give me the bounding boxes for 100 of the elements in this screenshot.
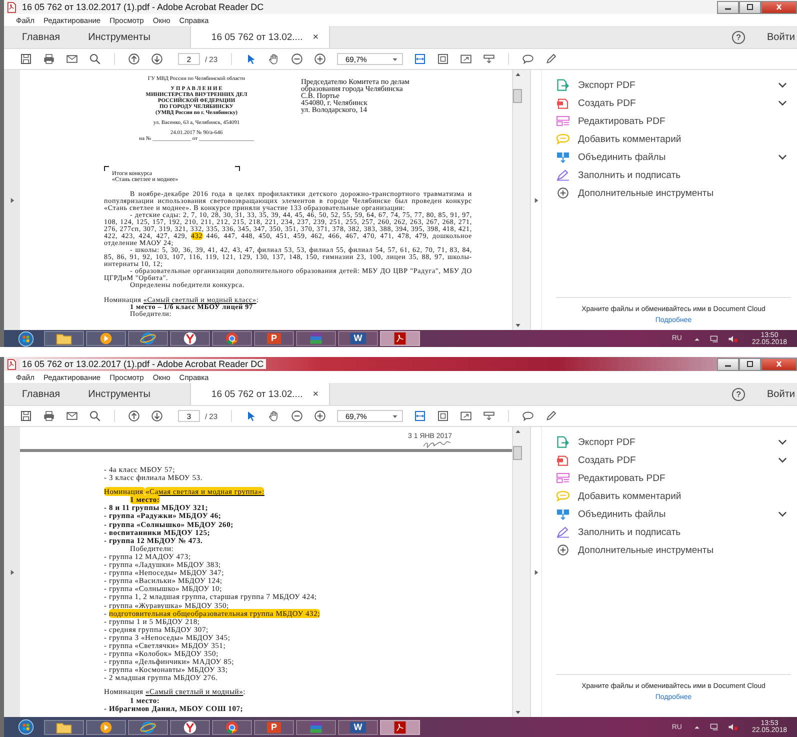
chevron-icon[interactable] <box>778 439 787 445</box>
close-tab-button[interactable]: × <box>312 32 319 42</box>
comment-icon[interactable] <box>522 53 534 65</box>
taskbar-button[interactable]: P <box>254 331 294 346</box>
collapse-arrow-icon[interactable] <box>534 196 538 204</box>
tool-item[interactable]: Экспорт PDF <box>578 436 636 448</box>
next-page-icon[interactable] <box>151 410 163 422</box>
speaker-icon[interactable] <box>728 723 738 731</box>
pen-icon[interactable] <box>544 410 557 422</box>
expand-arrow-icon[interactable] <box>10 196 14 204</box>
tool-item[interactable]: Дополнительные инструменты <box>578 544 714 556</box>
scroll-mode-icon[interactable] <box>482 53 495 65</box>
tab[interactable]: Инструменты <box>70 383 160 405</box>
start-button[interactable] <box>16 330 36 346</box>
taskbar-button[interactable]: P <box>254 720 294 734</box>
tool-item[interactable]: Создать PDF <box>578 454 636 466</box>
tool-item[interactable]: Объединить файлы <box>578 152 666 162</box>
help-button[interactable]: ? <box>732 30 746 44</box>
taskbar-button[interactable] <box>44 331 84 346</box>
scroll-bar[interactable] <box>512 427 522 717</box>
scroll-thumb[interactable] <box>513 89 522 103</box>
tab[interactable]: 16 05 762 от 13.02.... × <box>190 26 330 48</box>
taskbar-button[interactable] <box>212 331 252 346</box>
hand-icon[interactable] <box>268 410 280 422</box>
tab[interactable]: Главная <box>4 26 70 48</box>
zoom-out-icon[interactable] <box>290 410 303 422</box>
scroll-up-icon[interactable] <box>514 429 520 434</box>
fit-width-icon[interactable] <box>414 53 426 65</box>
maximize-button[interactable] <box>739 0 761 14</box>
chevron-icon[interactable] <box>778 511 787 517</box>
taskbar-button[interactable]: W <box>338 720 378 734</box>
start-button[interactable] <box>16 719 36 735</box>
tool-item[interactable]: Редактировать PDF <box>578 472 666 484</box>
full-screen-icon[interactable] <box>460 53 472 65</box>
mail-icon[interactable] <box>66 53 78 65</box>
scroll-down-icon[interactable] <box>514 323 520 328</box>
tab[interactable]: Главная <box>4 383 70 405</box>
scroll-mode-icon[interactable] <box>482 410 495 422</box>
chevron-icon[interactable] <box>778 82 787 88</box>
sign-in-button[interactable]: Войти <box>767 32 795 42</box>
minimize-button[interactable] <box>717 0 739 14</box>
taskbar-button[interactable] <box>170 720 210 734</box>
scroll-down-icon[interactable] <box>514 710 520 715</box>
tool-item[interactable]: Дополнительные инструменты <box>578 188 714 198</box>
save-icon[interactable] <box>20 410 32 422</box>
taskbar-button[interactable] <box>380 720 420 734</box>
next-page-icon[interactable] <box>151 53 163 65</box>
collapse-arrow-icon[interactable] <box>534 568 538 576</box>
help-button[interactable]: ? <box>732 388 746 400</box>
tool-item[interactable]: Экспорт PDF <box>578 80 636 90</box>
taskbar-button[interactable] <box>44 720 84 734</box>
search-icon[interactable] <box>89 53 101 65</box>
zoom-out-icon[interactable] <box>290 53 303 65</box>
taskbar-button[interactable] <box>128 720 168 734</box>
taskbar-button[interactable] <box>128 331 168 346</box>
minimize-button[interactable] <box>717 358 739 370</box>
previous-page-icon[interactable] <box>128 410 140 422</box>
close-button[interactable] <box>761 0 797 14</box>
sign-in-button[interactable]: Войти <box>767 388 795 400</box>
fit-page-icon[interactable] <box>436 53 449 65</box>
print-icon[interactable] <box>43 410 55 422</box>
tab[interactable]: 16 05 762 от 13.02.... × <box>190 383 330 405</box>
tool-item[interactable]: Редактировать PDF <box>578 116 666 126</box>
chevron-icon[interactable] <box>778 154 787 160</box>
taskbar-button[interactable]: W <box>338 331 378 346</box>
chevron-icon[interactable] <box>778 457 787 463</box>
scroll-bar[interactable] <box>512 70 522 330</box>
hand-icon[interactable] <box>268 53 280 65</box>
full-screen-icon[interactable] <box>460 410 472 422</box>
tab[interactable]: Инструменты <box>70 26 160 48</box>
taskbar-button[interactable] <box>170 331 210 346</box>
tool-item[interactable]: Заполнить и подписать <box>578 170 681 180</box>
zoom-in-icon[interactable] <box>314 410 326 422</box>
zoom-in-icon[interactable] <box>314 53 326 65</box>
scroll-thumb[interactable] <box>513 446 522 460</box>
fit-width-icon[interactable] <box>414 410 426 422</box>
tool-item[interactable]: Добавить комментарий <box>578 134 682 144</box>
network-icon[interactable] <box>710 723 720 731</box>
taskbar-button[interactable] <box>212 720 252 734</box>
search-icon[interactable] <box>89 410 101 422</box>
expand-arrow-icon[interactable] <box>10 568 14 576</box>
chevron-icon[interactable] <box>778 100 787 106</box>
close-button[interactable] <box>761 358 797 370</box>
maximize-button[interactable] <box>739 358 761 370</box>
tool-item[interactable]: Добавить комментарий <box>578 490 682 502</box>
tool-item[interactable]: Создать PDF <box>578 98 636 108</box>
close-tab-button[interactable]: × <box>312 388 319 400</box>
speaker-icon[interactable] <box>728 334 738 342</box>
pen-icon[interactable] <box>544 53 557 65</box>
scroll-up-icon[interactable] <box>514 72 520 77</box>
comment-icon[interactable] <box>522 410 534 422</box>
mail-icon[interactable] <box>66 410 78 422</box>
tool-item[interactable]: Заполнить и подписать <box>578 526 681 538</box>
tool-item[interactable]: Объединить файлы <box>578 508 666 520</box>
taskbar-button[interactable] <box>86 720 126 734</box>
network-icon[interactable] <box>710 334 720 342</box>
save-icon[interactable] <box>20 53 32 65</box>
print-icon[interactable] <box>43 53 55 65</box>
fit-page-icon[interactable] <box>436 410 449 422</box>
taskbar-button[interactable] <box>86 331 126 346</box>
